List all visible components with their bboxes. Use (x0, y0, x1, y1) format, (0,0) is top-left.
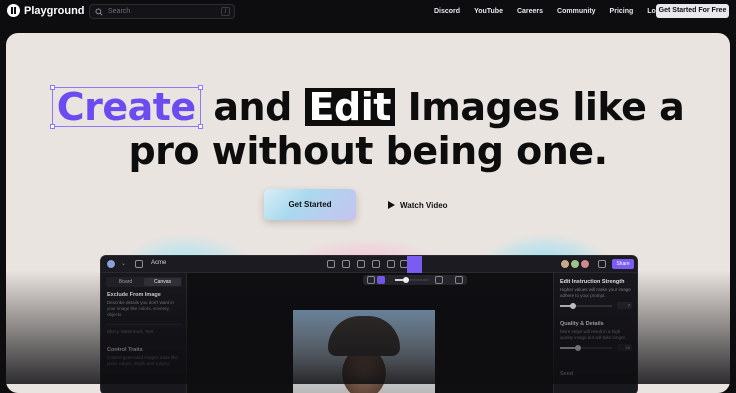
headline-word-edit: Edit (304, 88, 395, 126)
undo-icon[interactable] (435, 276, 443, 284)
select-icon[interactable] (367, 276, 375, 284)
more-options-icon[interactable] (598, 260, 606, 268)
exclude-input[interactable]: Blurry, Watermark, Text (107, 324, 181, 335)
watch-video-button[interactable]: Watch Video (388, 198, 448, 212)
nav-link-discord[interactable]: Discord (434, 8, 460, 15)
pen-tool-icon[interactable] (372, 260, 380, 268)
avatar (570, 259, 580, 269)
headline-word-and: and (213, 85, 292, 129)
editor-toolbar: ⌄ Acme Share (101, 256, 637, 273)
nav-link-youtube[interactable]: YouTube (474, 8, 503, 15)
trash-icon[interactable] (455, 276, 463, 284)
editor-preview: ⌄ Acme Share Board Canvas Exclude From I… (100, 255, 638, 393)
nav-link-community[interactable]: Community (557, 8, 596, 15)
edit-strength-value[interactable]: 7 (617, 302, 632, 309)
canvas-toolbar (363, 275, 467, 285)
chevron-down-icon[interactable]: ⌄ (121, 260, 127, 268)
left-panel: Board Canvas Exclude From Image Describe… (101, 273, 187, 393)
panel-tabs: Board Canvas (106, 277, 182, 287)
brush-icon[interactable] (377, 276, 385, 284)
avatar (560, 259, 570, 269)
exclude-description: Describe details you don't want in your … (107, 300, 174, 317)
headline-line1-rest: Images like a (407, 85, 685, 129)
search-icon (95, 7, 103, 16)
edited-portrait-image[interactable] (293, 310, 435, 393)
workspace-avatar[interactable] (106, 259, 116, 269)
nav-link-careers[interactable]: Careers (517, 8, 543, 15)
tab-board[interactable]: Board (107, 278, 144, 286)
control-traits-description: Control generated images traits like pos… (107, 355, 178, 366)
document-title[interactable]: Acme (151, 260, 166, 266)
edit-strength-slider[interactable] (560, 303, 612, 309)
quality-title: Quality & Details (560, 321, 604, 327)
quality-value[interactable]: 50 (617, 344, 632, 351)
get-started-free-button[interactable]: Get Started For Free (656, 4, 729, 18)
search-shortcut-key: / (221, 7, 230, 16)
seed-title: Seed (560, 371, 574, 377)
playground-logo-icon (7, 4, 20, 17)
quality-description: More steps will result in a high quality… (560, 329, 627, 340)
right-panel: Edit Instruction Strength Higher values … (553, 273, 637, 393)
headline-word-create: Create (49, 85, 203, 129)
pan-tool-icon[interactable] (357, 260, 365, 268)
hero-section: Create and Edit Images like a pro withou… (6, 33, 730, 393)
edit-strength-description: Higher values will make your image adher… (560, 287, 631, 298)
control-traits-title: Control Traits (107, 347, 143, 353)
exclude-title: Exclude From Image (107, 292, 161, 298)
headline-line2: pro without being one. (128, 129, 608, 173)
canvas-area[interactable] (187, 273, 553, 393)
play-icon (388, 201, 395, 209)
top-navbar: Playground Search / Discord YouTube Care… (0, 0, 736, 22)
quality-slider[interactable] (560, 345, 612, 351)
share-button[interactable]: Share (612, 259, 634, 269)
tab-canvas[interactable]: Canvas (144, 278, 181, 286)
nav-link-pricing[interactable]: Pricing (610, 8, 634, 15)
watch-video-label: Watch Video (400, 200, 448, 210)
magic-wand-tool-active[interactable] (407, 256, 422, 273)
brand-logo[interactable]: Playground (7, 4, 85, 17)
portrait-hair (328, 316, 400, 356)
hero-headline: Create and Edit Images like a pro withou… (6, 85, 730, 173)
brush-size-slider[interactable] (395, 277, 429, 283)
move-tool-icon[interactable] (342, 260, 350, 268)
sidebar-toggle-icon[interactable] (135, 260, 143, 268)
edit-strength-title: Edit Instruction Strength (560, 279, 625, 285)
search-placeholder: Search (108, 8, 131, 15)
avatar (580, 259, 590, 269)
search-input[interactable]: Search / (89, 4, 235, 19)
brand-name: Playground (24, 4, 85, 17)
get-started-button[interactable]: Get Started (264, 189, 356, 220)
edit-tool-icon[interactable] (327, 260, 335, 268)
brush-tool-icon[interactable] (387, 260, 395, 268)
